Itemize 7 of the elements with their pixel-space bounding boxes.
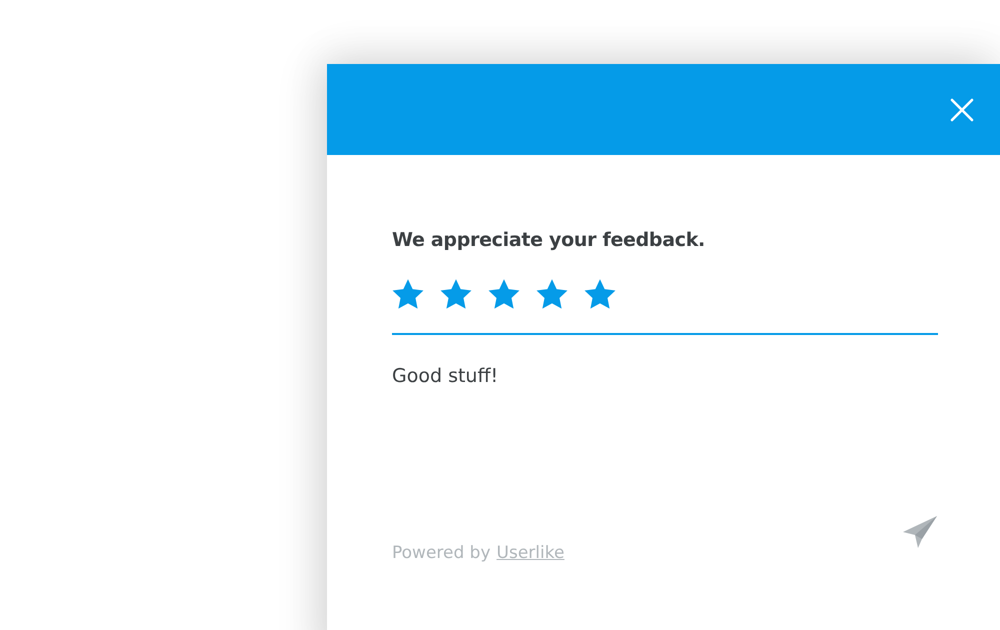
paper-plane-icon <box>902 515 938 549</box>
question-text: We appreciate your feedback. <box>392 229 706 251</box>
close-button[interactable] <box>950 98 974 122</box>
powered-by-text: Powered by <box>392 543 491 563</box>
comment-field[interactable]: Good stuff! <box>392 333 938 387</box>
send-button[interactable] <box>902 515 938 549</box>
close-icon <box>950 98 974 122</box>
